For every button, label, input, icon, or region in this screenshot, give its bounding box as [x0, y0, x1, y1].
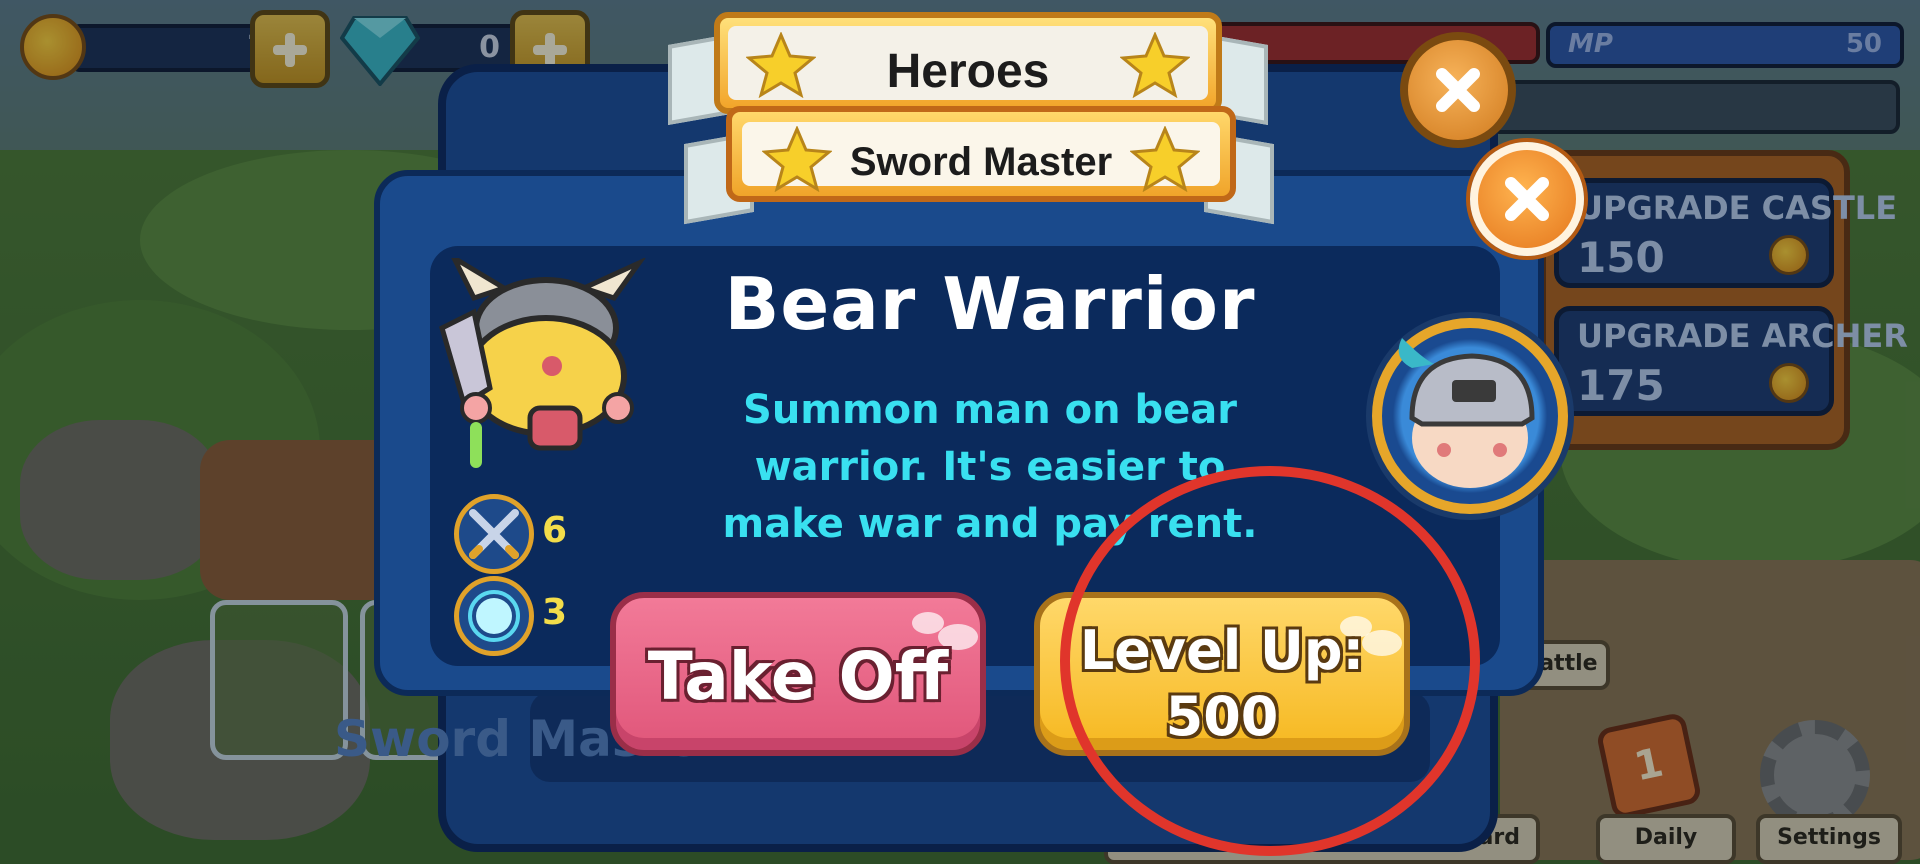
- close-icon: [1505, 177, 1549, 221]
- knight-hero-avatar[interactable]: [1372, 318, 1568, 514]
- highlight-circle: [1060, 466, 1480, 856]
- crossed-swords-icon: [469, 509, 519, 559]
- star-icon: [762, 126, 832, 192]
- class-banner: Sword Master: [726, 106, 1236, 202]
- hero-name: Bear Warrior: [724, 262, 1256, 346]
- close-hero-detail-button[interactable]: [1470, 142, 1584, 256]
- mana-value: 3: [542, 592, 568, 633]
- attack-value: 6: [542, 510, 568, 551]
- bear-warrior-portrait: [439, 258, 646, 468]
- close-heroes-button[interactable]: [1400, 32, 1516, 148]
- take-off-button[interactable]: Take Off: [610, 592, 986, 756]
- star-icon: [746, 32, 816, 98]
- mana-stat-icon: [454, 576, 534, 656]
- mana-orb-icon: [468, 590, 520, 642]
- heroes-banner: Heroes: [714, 12, 1222, 114]
- star-icon: [1130, 126, 1200, 192]
- star-icon: [1120, 32, 1190, 98]
- close-icon: [1436, 68, 1480, 112]
- knight-portrait: [1398, 338, 1535, 488]
- take-off-label: Take Off: [647, 638, 949, 715]
- attack-stat-icon: [454, 494, 534, 574]
